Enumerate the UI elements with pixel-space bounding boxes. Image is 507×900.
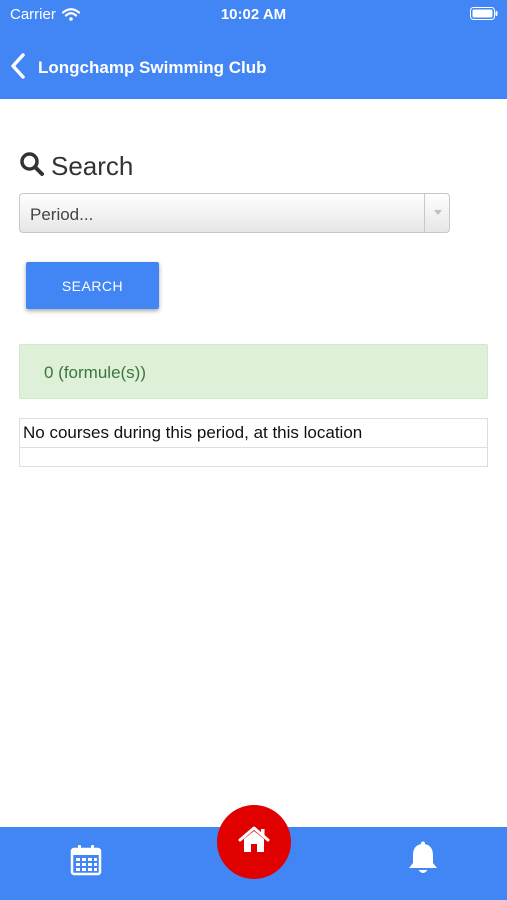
status-bar: Carrier 10:02 AM: [0, 0, 507, 30]
period-select-value: Period...: [30, 205, 94, 224]
home-icon: [238, 826, 270, 859]
search-heading: Search: [19, 151, 133, 182]
search-button[interactable]: SEARCH: [26, 262, 159, 309]
bell-icon: [406, 841, 440, 881]
chevron-left-icon: [10, 52, 26, 85]
period-select[interactable]: Period...: [19, 193, 450, 233]
calendar-icon: [70, 845, 102, 880]
navigation-bar: Longchamp Swimming Club: [0, 40, 507, 96]
table-row: No courses during this period, at this l…: [19, 418, 488, 448]
search-heading-label: Search: [51, 151, 134, 181]
home-button[interactable]: [217, 805, 291, 879]
table-cell: No courses during this period, at this l…: [19, 418, 488, 448]
back-button[interactable]: [4, 50, 32, 86]
search-icon: [19, 151, 45, 182]
battery-icon: [470, 7, 498, 20]
page-title: Longchamp Swimming Club: [38, 58, 267, 77]
courses-table: No courses during this period, at this l…: [19, 418, 488, 467]
calendar-button[interactable]: [70, 844, 102, 876]
chevron-down-icon: [434, 210, 442, 215]
select-divider: [424, 194, 425, 232]
result-count-alert: 0 (formule(s)): [19, 344, 488, 399]
table-row: [19, 447, 488, 467]
table-cell: [19, 447, 488, 467]
notifications-button[interactable]: [406, 841, 440, 877]
status-time: 10:02 AM: [220, 6, 287, 23]
top-app-bar: Carrier 10:02 AM Longchamp Swimming Club: [0, 0, 507, 99]
